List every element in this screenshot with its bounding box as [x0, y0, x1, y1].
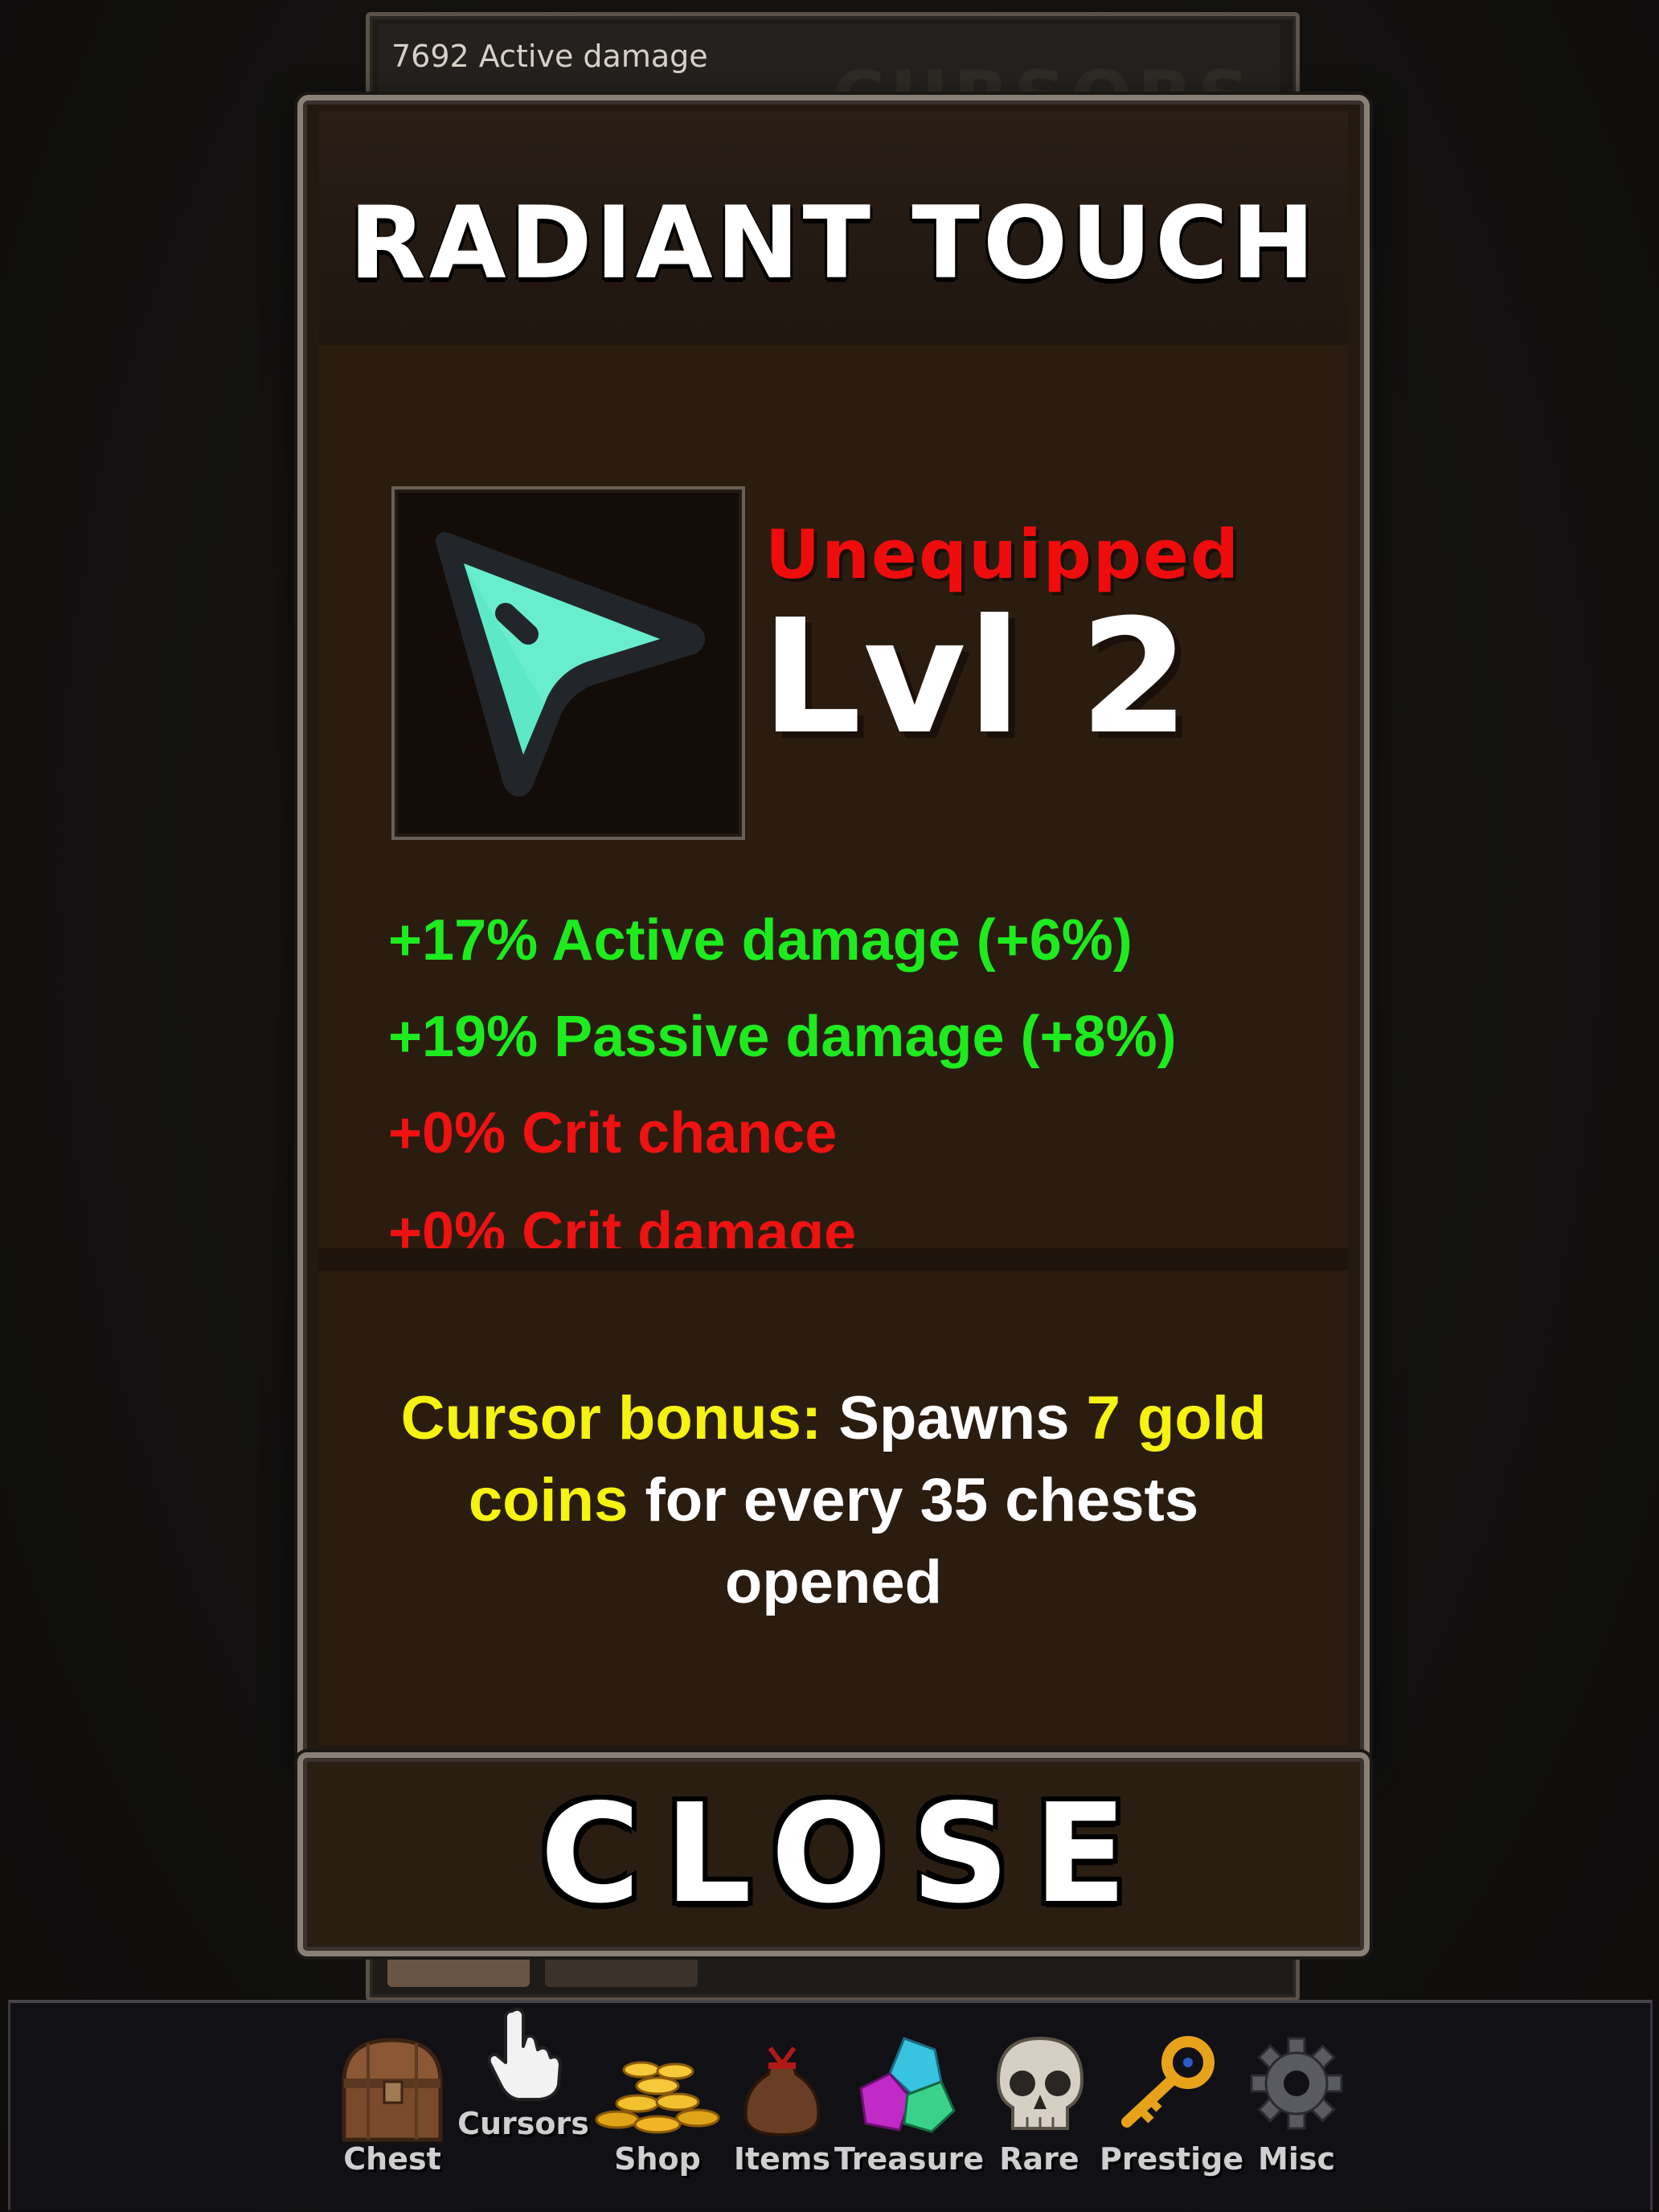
chest-icon — [342, 2038, 443, 2142]
close-button-label: CLOSE — [539, 1775, 1152, 1934]
nav-item-rare[interactable]: Rare — [979, 2003, 1100, 2210]
active-damage-readout: 7692 Active damage — [391, 39, 708, 74]
gear-icon — [1250, 2037, 1343, 2130]
nav-label: Chest — [343, 2141, 441, 2177]
cursor-name-title: RADIANT TOUCH — [349, 186, 1318, 301]
bonus-text: for every 35 chests — [628, 1466, 1199, 1534]
key-icon — [1121, 2036, 1215, 2128]
nav-item-treasure[interactable]: Treasure — [834, 2003, 985, 2210]
modal-body: Unequipped Lvl 2 +17% Active damage (+6%… — [319, 345, 1348, 1745]
nav-label: Shop — [614, 2141, 701, 2177]
bottom-nav-bar: Chest Cursors Shop Items Treasure Rare P… — [8, 2000, 1653, 2210]
nav-item-cursors[interactable]: Cursors — [451, 2003, 596, 2210]
bonus-label: Cursor bonus: — [400, 1384, 822, 1452]
bag-icon — [743, 2046, 821, 2137]
bonus-highlight: 7 gold — [1086, 1384, 1267, 1452]
close-button[interactable]: CLOSE — [297, 1752, 1370, 1956]
nav-label: Items — [733, 2141, 831, 2177]
hand-cursor-icon — [487, 2007, 562, 2101]
nav-label: Misc — [1258, 2141, 1335, 2177]
stat-passive-damage: +19% Passive damage (+8%) — [388, 1005, 1177, 1069]
bonus-highlight: coins — [468, 1466, 629, 1534]
nav-label: Rare — [999, 2141, 1079, 2177]
modal-header: RADIANT TOUCH — [319, 112, 1348, 345]
equip-status: Unequipped — [765, 515, 1241, 594]
nav-item-prestige[interactable]: Prestige — [1100, 2003, 1244, 2210]
cursor-detail-modal: RADIANT TOUCH Unequipped Lvl 2 +17% Acti… — [297, 95, 1370, 1762]
cursor-bonus-text: Cursor bonus: Spawns 7 gold coins for ev… — [351, 1378, 1316, 1624]
arrow-cursor-icon — [436, 532, 705, 797]
nav-label: Cursors — [457, 2106, 589, 2141]
nav-item-misc[interactable]: Misc — [1236, 2003, 1357, 2210]
bonus-text: opened — [724, 1548, 943, 1616]
gems-icon — [859, 2037, 956, 2133]
cursor-level: Lvl 2 — [761, 586, 1191, 769]
nav-label: Prestige — [1100, 2141, 1244, 2177]
nav-item-chest[interactable]: Chest — [324, 2003, 461, 2210]
nav-item-shop[interactable]: Shop — [589, 2003, 726, 2210]
gold-coins-icon — [595, 2061, 720, 2134]
stat-active-damage: +17% Active damage (+6%) — [388, 908, 1133, 973]
stat-crit-chance: +0% Crit chance — [388, 1101, 838, 1165]
nav-item-items[interactable]: Items — [722, 2003, 842, 2210]
bonus-text: Spawns — [821, 1384, 1087, 1452]
cursor-icon-frame — [391, 486, 745, 840]
nav-label: Treasure — [834, 2141, 985, 2177]
divider — [319, 1248, 1348, 1271]
skull-icon — [996, 2036, 1084, 2130]
cursors-panel-title: CURSORS — [832, 66, 1255, 98]
